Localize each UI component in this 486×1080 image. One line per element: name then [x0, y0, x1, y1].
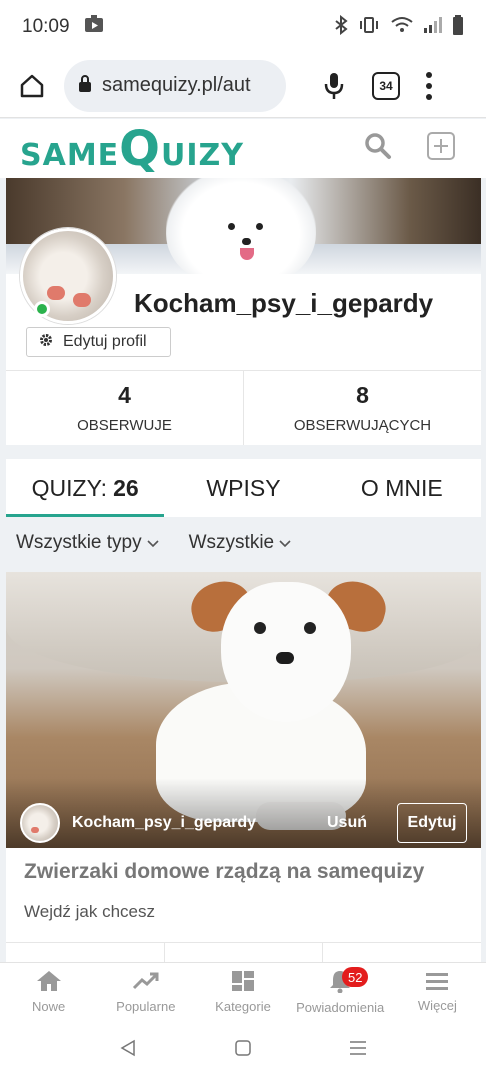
signal-icon — [424, 16, 442, 38]
edit-profile-button[interactable]: Edytuj profil — [26, 327, 171, 357]
followers-count: 8 — [356, 382, 369, 408]
vibrate-icon — [358, 16, 380, 39]
profile-stats: 4 OBSERWUJE 8 OBSERWUJĄCYCH — [6, 370, 481, 445]
quiz-count: 26 — [113, 474, 139, 501]
microphone-icon[interactable] — [320, 66, 348, 106]
notification-count-badge: 52 — [342, 967, 369, 987]
search-icon[interactable] — [364, 132, 392, 165]
nav-notifications[interactable]: 52 Powiadomienia — [292, 963, 389, 1020]
nav-new[interactable]: Nowe — [0, 963, 97, 1020]
chevron-down-icon — [279, 532, 291, 554]
battery-icon — [452, 14, 464, 40]
quiz-author-bar: Kocham_psy_i_gepardy Usuń Edytuj — [6, 800, 481, 846]
menu-icon — [425, 971, 449, 994]
back-icon[interactable] — [119, 1039, 137, 1062]
quiz-subtitle: Wejdź jak chcesz — [24, 902, 156, 921]
profile-username: Kocham_psy_i_gepardy — [134, 288, 434, 318]
url-text: samequizy.pl/aut — [102, 74, 251, 96]
bottom-navigation: Nowe Popularne Kategorie 52 Powiadomieni… — [0, 962, 486, 1020]
site-header: SAMEQUIZY — [0, 119, 486, 178]
author-avatar[interactable] — [20, 803, 60, 843]
nav-more[interactable]: Więcej — [389, 963, 486, 1020]
quiz-author[interactable]: Kocham_psy_i_gepardy — [72, 814, 256, 832]
system-navigation-bar — [0, 1020, 486, 1080]
site-logo[interactable]: SAMEQUIZY — [20, 121, 244, 177]
browser-menu-icon[interactable] — [424, 71, 434, 100]
nav-categories[interactable]: Kategorie — [194, 963, 291, 1020]
chevron-down-icon — [147, 532, 159, 554]
following-label: OBSERWUJE — [77, 417, 172, 434]
type-filter-dropdown[interactable]: Wszystkie typy — [16, 532, 159, 554]
quiz-title[interactable]: Zwierzaki domowe rządzą na samequizy — [24, 860, 463, 884]
lock-icon — [78, 74, 92, 97]
tab-quizzes[interactable]: QUIZY: 26 — [6, 459, 165, 517]
remove-quiz-button[interactable]: Usuń — [327, 814, 367, 832]
profile-tabs: QUIZY: 26 WPISY O MNIE — [6, 459, 481, 517]
online-status-dot — [34, 301, 50, 317]
trending-icon — [132, 970, 160, 995]
following-stat[interactable]: 4 OBSERWUJE — [6, 371, 243, 445]
home-button-icon[interactable] — [234, 1039, 252, 1062]
youtube-notification-icon — [84, 15, 104, 39]
edit-quiz-button[interactable]: Edytuj — [397, 803, 467, 843]
recent-apps-icon[interactable] — [349, 1040, 367, 1061]
quiz-filters: Wszystkie typy Wszystkie — [16, 532, 291, 554]
quiz-info: Zwierzaki domowe rządzą na samequizy Wej… — [6, 848, 481, 948]
bluetooth-icon — [334, 14, 348, 40]
gear-icon — [39, 333, 53, 352]
wifi-icon — [390, 16, 414, 39]
followers-label: OBSERWUJĄCYCH — [293, 417, 432, 434]
status-time: 10:09 — [22, 16, 70, 37]
tab-about[interactable]: O MNIE — [323, 459, 481, 517]
home-icon — [36, 970, 62, 995]
quiz-card-footer — [6, 942, 481, 962]
followers-stat[interactable]: 8 OBSERWUJĄCYCH — [243, 371, 481, 445]
add-quiz-icon[interactable] — [426, 131, 456, 166]
status-filter-dropdown[interactable]: Wszystkie — [189, 532, 292, 554]
tab-posts[interactable]: WPISY — [164, 459, 322, 517]
following-count: 4 — [118, 382, 131, 408]
url-bar[interactable]: samequizy.pl/aut — [64, 59, 286, 112]
grid-icon — [231, 970, 255, 995]
browser-toolbar: samequizy.pl/aut 34 — [0, 54, 486, 118]
edit-profile-label: Edytuj profil — [63, 333, 147, 350]
home-icon[interactable] — [12, 66, 52, 106]
tab-switcher-button[interactable]: 34 — [372, 71, 400, 100]
nav-popular[interactable]: Popularne — [97, 963, 194, 1020]
status-bar: 10:09 — [0, 0, 486, 54]
